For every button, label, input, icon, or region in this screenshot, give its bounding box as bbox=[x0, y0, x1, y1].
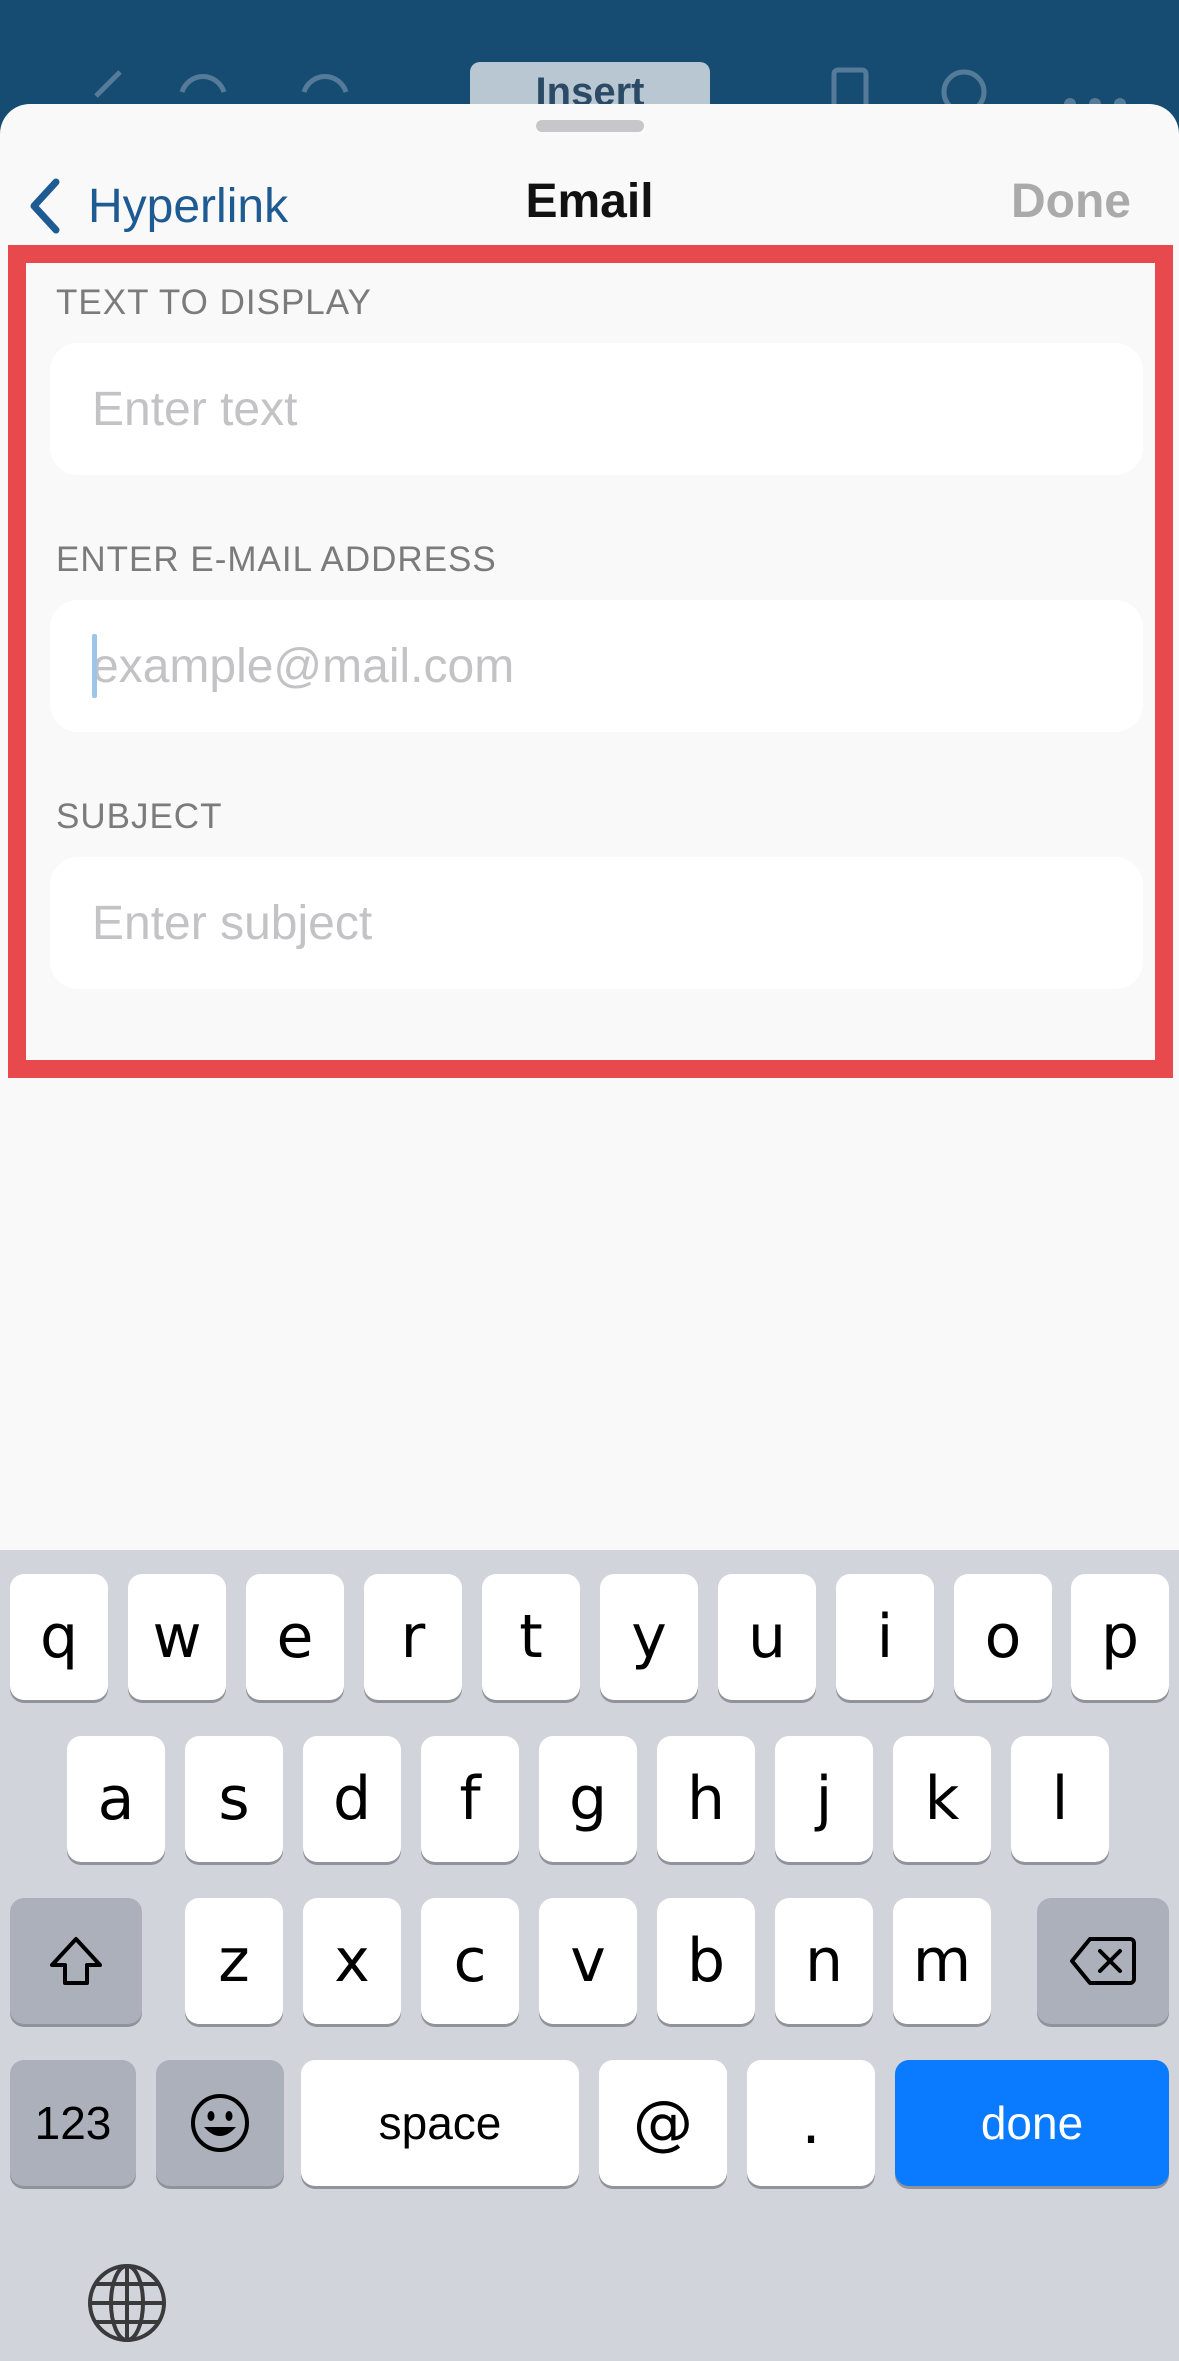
key-b[interactable]: b bbox=[657, 1898, 755, 2024]
key-k[interactable]: k bbox=[893, 1736, 991, 1862]
key-d[interactable]: d bbox=[303, 1736, 401, 1862]
key-t[interactable]: t bbox=[482, 1574, 580, 1700]
emoji-icon bbox=[191, 2094, 249, 2152]
back-button[interactable]: Hyperlink bbox=[24, 166, 288, 246]
shift-icon bbox=[50, 1937, 102, 1985]
key-r[interactable]: r bbox=[364, 1574, 462, 1700]
numbers-key[interactable]: 123 bbox=[10, 2060, 136, 2186]
key-u[interactable]: u bbox=[718, 1574, 816, 1700]
key-p[interactable]: p bbox=[1071, 1574, 1169, 1700]
text-to-display-field[interactable] bbox=[50, 343, 1143, 475]
key-j[interactable]: j bbox=[775, 1736, 873, 1862]
keyboard-done-key[interactable]: done bbox=[895, 2060, 1169, 2186]
email-address-input[interactable] bbox=[92, 600, 1102, 732]
space-key[interactable]: space bbox=[301, 2060, 579, 2186]
key-y[interactable]: y bbox=[600, 1574, 698, 1700]
sheet-grabber[interactable] bbox=[536, 120, 644, 132]
globe-icon[interactable] bbox=[86, 2262, 168, 2344]
done-button[interactable]: Done bbox=[1011, 174, 1131, 229]
key-e[interactable]: e bbox=[246, 1574, 344, 1700]
subject-label: SUBJECT bbox=[56, 797, 223, 836]
email-form: TEXT TO DISPLAY ENTER E-MAIL ADDRESS SUB… bbox=[8, 245, 1173, 1078]
key-v[interactable]: v bbox=[539, 1898, 637, 2024]
backspace-icon bbox=[1070, 1937, 1136, 1985]
key-h[interactable]: h bbox=[657, 1736, 755, 1862]
text-caret bbox=[92, 634, 97, 698]
key-o[interactable]: o bbox=[954, 1574, 1052, 1700]
email-address-label: ENTER E-MAIL ADDRESS bbox=[56, 540, 497, 579]
shift-key[interactable] bbox=[10, 1898, 142, 2024]
app-toolbar: Insert bbox=[0, 0, 1179, 123]
text-to-display-input[interactable] bbox=[92, 343, 1102, 475]
key-i[interactable]: i bbox=[836, 1574, 934, 1700]
email-address-field[interactable] bbox=[50, 600, 1143, 732]
at-key[interactable]: @ bbox=[599, 2060, 727, 2186]
key-w[interactable]: w bbox=[128, 1574, 226, 1700]
chevron-left-icon bbox=[30, 178, 60, 234]
key-f[interactable]: f bbox=[421, 1736, 519, 1862]
subject-field[interactable] bbox=[50, 857, 1143, 989]
delete-key[interactable] bbox=[1037, 1898, 1169, 2024]
key-x[interactable]: x bbox=[303, 1898, 401, 2024]
period-key[interactable]: . bbox=[747, 2060, 875, 2186]
back-button-label: Hyperlink bbox=[88, 179, 289, 233]
onscreen-keyboard: q w e r t y u i o p a s d f g h j k l z … bbox=[0, 1550, 1179, 2361]
text-to-display-label: TEXT TO DISPLAY bbox=[56, 283, 372, 322]
emoji-key[interactable] bbox=[156, 2060, 284, 2186]
key-s[interactable]: s bbox=[185, 1736, 283, 1862]
key-z[interactable]: z bbox=[185, 1898, 283, 2024]
key-g[interactable]: g bbox=[539, 1736, 637, 1862]
key-a[interactable]: a bbox=[67, 1736, 165, 1862]
key-n[interactable]: n bbox=[775, 1898, 873, 2024]
key-q[interactable]: q bbox=[10, 1574, 108, 1700]
key-m[interactable]: m bbox=[893, 1898, 991, 2024]
key-c[interactable]: c bbox=[421, 1898, 519, 2024]
key-l[interactable]: l bbox=[1011, 1736, 1109, 1862]
subject-input[interactable] bbox=[92, 857, 1102, 989]
